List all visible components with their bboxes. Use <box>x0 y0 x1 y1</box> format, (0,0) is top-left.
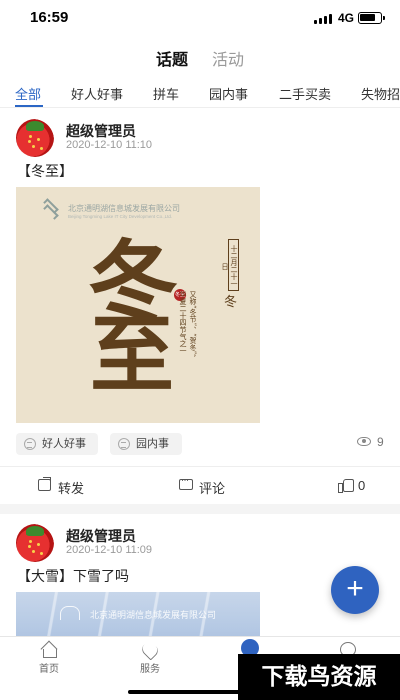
new-post-button[interactable]: + <box>331 566 379 614</box>
company-logo-icon <box>40 198 62 220</box>
post-tag[interactable]: 好人好事 <box>16 433 98 455</box>
share-icon <box>38 477 51 491</box>
big-char-zhi: 至 <box>90 305 175 404</box>
category-all[interactable]: 全部 <box>15 84 41 103</box>
category-second-hand[interactable]: 二手买卖 <box>279 84 331 103</box>
post-feed[interactable]: 超级管理员 2020-12-10 11:10 【冬至】 北京通明湖信息城发展有限… <box>0 108 400 636</box>
post-time: 2020-12-10 11:09 <box>66 544 153 556</box>
watermark: 下载鸟资源 <box>238 654 400 700</box>
category-lost-found[interactable]: 失物招 <box>361 84 400 103</box>
image-company-name: 北京通明湖信息城发展有限公司 <box>68 204 180 213</box>
topic-icon <box>24 438 36 450</box>
category-carpool[interactable]: 拼车 <box>153 84 179 103</box>
share-button[interactable]: 转发 <box>38 477 85 497</box>
post-image[interactable]: 北京通明湖信息城发展有限公司 Beijing Tongming Lake IT … <box>16 187 260 423</box>
date-box: 十二月二十一日 <box>221 239 239 291</box>
post-title[interactable]: 【冬至】 <box>17 161 73 181</box>
post-time: 2020-12-10 11:10 <box>66 139 153 151</box>
tab-topics[interactable]: 话题 <box>156 46 188 70</box>
post-author[interactable]: 超级管理员 <box>66 121 136 141</box>
caption-line-1: 又称“冬节”、“贺冬”， <box>189 291 197 362</box>
topic-icon <box>118 438 130 450</box>
tab-activities[interactable]: 活动 <box>212 46 244 70</box>
comment-button[interactable]: 评论 <box>179 475 226 497</box>
company-logo-icon <box>60 606 80 620</box>
tag-label: 好人好事 <box>42 438 86 450</box>
top-tabs: 话题 活动 <box>0 40 400 72</box>
share-label: 转发 <box>58 481 85 496</box>
avatar[interactable] <box>16 524 54 562</box>
tab-services-label: 服务 <box>140 664 160 675</box>
like-button[interactable]: 0 <box>338 478 365 493</box>
comment-icon <box>179 475 193 490</box>
tab-home[interactable]: 首页 <box>9 637 89 700</box>
thumbs-up-icon <box>338 478 354 493</box>
post-author[interactable]: 超级管理员 <box>66 526 136 546</box>
category-bar: 全部 好人好事 拼车 园内事 二手买卖 失物招 <box>0 76 400 108</box>
category-park-affairs[interactable]: 园内事 <box>209 84 248 103</box>
view-count: 9 <box>357 435 384 449</box>
battery-icon <box>358 12 385 24</box>
image-company-name-en: Beijing Tongming Lake IT City Developmen… <box>68 214 173 219</box>
caption-line-2: 华夏二十四节气之一 <box>179 291 187 354</box>
comment-label: 评论 <box>199 481 226 496</box>
image-company-name: 北京通明湖信息城发展有限公司 <box>90 610 217 620</box>
view-count-value: 9 <box>377 435 384 449</box>
status-bar: 16:59 4G <box>0 0 400 36</box>
post-tag[interactable]: 园内事 <box>110 433 182 455</box>
post-title[interactable]: 【大雪】下雪了吗 <box>17 566 129 586</box>
like-count: 0 <box>358 478 366 493</box>
tab-home-label: 首页 <box>39 664 59 675</box>
signal-icon <box>314 14 334 24</box>
tag-label: 园内事 <box>136 438 169 450</box>
active-category-indicator <box>15 105 43 107</box>
post-actions: 转发 评论 0 <box>0 466 400 504</box>
home-icon <box>41 642 57 658</box>
post-separator <box>0 504 400 514</box>
network-label: 4G <box>338 11 355 25</box>
avatar[interactable] <box>16 119 54 157</box>
heart-icon <box>139 639 161 661</box>
category-good-deeds[interactable]: 好人好事 <box>71 84 123 103</box>
post-card[interactable]: 超级管理员 2020-12-10 11:10 【冬至】 北京通明湖信息城发展有限… <box>0 108 400 500</box>
status-time: 16:59 <box>30 9 69 26</box>
post-image[interactable]: 北京通明湖信息城发展有限公司 <box>16 592 260 636</box>
eye-icon <box>357 437 371 446</box>
side-char: 冬 <box>224 295 238 310</box>
